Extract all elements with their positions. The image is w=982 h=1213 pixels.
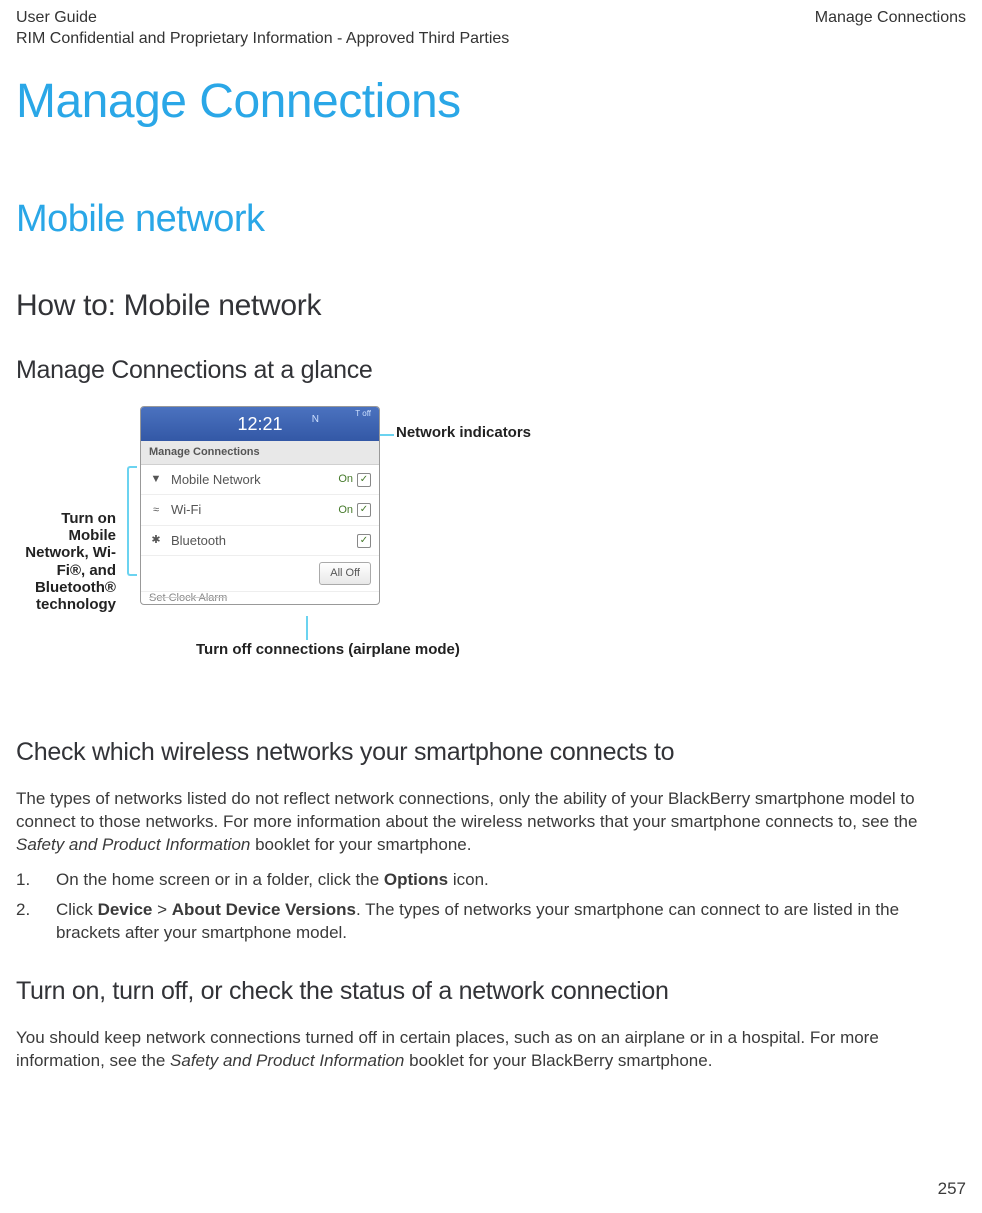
page-title: Manage Connections <box>16 70 966 135</box>
topic-check-para: The types of networks listed do not refl… <box>16 788 966 857</box>
subsection-title: How to: Mobile network <box>16 286 966 327</box>
phone-row-wifi: ≈ Wi-Fi On ✓ <box>141 495 379 526</box>
step-1-prefix: On the home screen or in a folder, click… <box>56 870 384 889</box>
header-right: Manage Connections <box>815 8 966 50</box>
topic-check-title: Check which wireless networks your smart… <box>16 736 966 770</box>
topic-turn-para-italic: Safety and Product Information <box>170 1051 404 1070</box>
phone-clock-alarm: Set Clock Alarm <box>141 592 379 604</box>
wifi-checkbox: ✓ <box>357 503 371 517</box>
wifi-icon: ≈ <box>149 503 163 518</box>
phone-row-mobile-network: ▼ Mobile Network On ✓ <box>141 465 379 496</box>
header-left-line1: User Guide <box>16 8 509 29</box>
page-header: User Guide RIM Confidential and Propriet… <box>16 8 966 50</box>
topic-check-para-suffix: booklet for your smartphone. <box>250 835 471 854</box>
step-1-bold: Options <box>384 870 448 889</box>
topic-turn-title: Turn on, turn off, or check the status o… <box>16 975 966 1009</box>
phone-all-off-row: All Off <box>141 556 379 592</box>
callout-bottom-text: Turn off connections (airplane mode) <box>196 641 460 658</box>
step-2-sep: > <box>152 900 171 919</box>
section-title: Mobile network <box>16 194 966 245</box>
topic-turn-para-suffix: booklet for your BlackBerry smartphone. <box>404 1051 712 1070</box>
phone-statusbar: 12:21 N T off <box>141 407 379 441</box>
phone-mock: 12:21 N T off Manage Connections ▼ Mobil… <box>140 406 380 605</box>
page-number: 257 <box>938 1178 966 1201</box>
wifi-label: Wi-Fi <box>171 501 338 519</box>
mobile-network-status: On <box>338 472 353 487</box>
topic-glance-title: Manage Connections at a glance <box>16 354 966 388</box>
step-2-prefix: Click <box>56 900 98 919</box>
glance-diagram: Turn on Mobile Network, Wi-Fi®, and Blue… <box>16 406 966 706</box>
header-left-line2: RIM Confidential and Proprietary Informa… <box>16 29 509 50</box>
callout-right: Network indicators <box>396 424 531 441</box>
mobile-network-label: Mobile Network <box>171 471 338 489</box>
phone-panel-head: Manage Connections <box>141 441 379 465</box>
header-left: User Guide RIM Confidential and Propriet… <box>16 8 509 50</box>
step-2-bold1: Device <box>98 900 153 919</box>
phone-off-indicator: T off <box>355 410 371 418</box>
all-off-button: All Off <box>319 562 371 585</box>
callout-right-text: Network indicators <box>396 424 531 441</box>
callout-left-bracket <box>127 466 137 576</box>
bluetooth-icon: ✱ <box>149 533 163 548</box>
step-2-bold2: About Device Versions <box>172 900 356 919</box>
topic-check-para-prefix: The types of networks listed do not refl… <box>16 789 917 831</box>
phone-network-n: N <box>312 413 319 427</box>
callout-bottom-line <box>306 616 308 640</box>
mobile-network-icon: ▼ <box>149 472 163 487</box>
wifi-status: On <box>338 503 353 518</box>
step-1: On the home screen or in a folder, click… <box>16 869 966 892</box>
mobile-network-checkbox: ✓ <box>357 473 371 487</box>
step-2: Click Device > About Device Versions. Th… <box>16 899 966 945</box>
bluetooth-label: Bluetooth <box>171 532 353 550</box>
topic-check-para-italic: Safety and Product Information <box>16 835 250 854</box>
phone-time: 12:21 <box>237 412 282 436</box>
step-1-suffix: icon. <box>448 870 489 889</box>
phone-row-bluetooth: ✱ Bluetooth ✓ <box>141 526 379 557</box>
topic-turn-para: You should keep network connections turn… <box>16 1027 966 1073</box>
topic-check-steps: On the home screen or in a folder, click… <box>16 869 966 946</box>
bluetooth-checkbox: ✓ <box>357 534 371 548</box>
callout-left: Turn on Mobile Network, Wi-Fi®, and Blue… <box>16 510 116 614</box>
callout-bottom: Turn off connections (airplane mode) <box>196 641 460 658</box>
